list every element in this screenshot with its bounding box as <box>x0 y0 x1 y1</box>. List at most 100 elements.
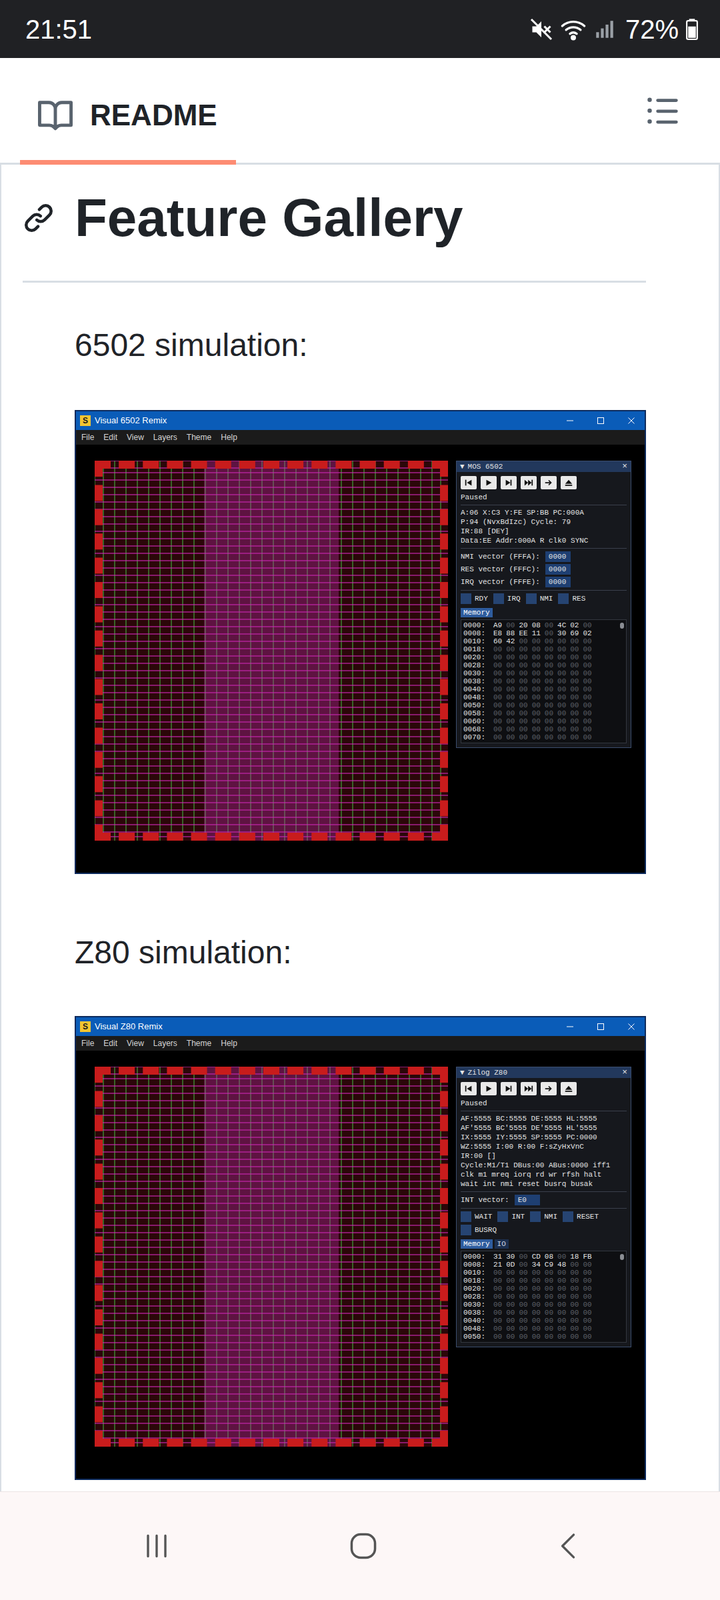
memory-tab[interactable]: Memory <box>460 608 493 618</box>
reset-icon[interactable] <box>464 478 474 488</box>
checkbox-label[interactable]: RES <box>572 594 586 604</box>
maximize-icon[interactable] <box>587 1022 614 1031</box>
arrow-icon[interactable] <box>544 478 554 488</box>
close-button[interactable]: × <box>622 462 628 472</box>
checkbox-label[interactable]: RDY <box>474 594 488 604</box>
checkbox[interactable] <box>497 1211 508 1222</box>
pin-checkbox[interactable]: NMI <box>530 1211 558 1222</box>
memory-tab[interactable]: Memory <box>460 1239 493 1249</box>
menu-item[interactable]: Theme <box>186 1037 212 1050</box>
vector-field[interactable]: 0000 <box>545 576 571 588</box>
checkbox[interactable] <box>562 1211 574 1222</box>
eject-button[interactable] <box>560 1082 577 1096</box>
checkbox-label[interactable]: NMI <box>544 1212 558 1222</box>
menu-item[interactable]: View <box>126 431 144 444</box>
menu-item[interactable]: File <box>81 1037 94 1050</box>
scrollbar[interactable] <box>620 621 624 742</box>
link-icon[interactable] <box>22 202 55 234</box>
checkbox-label[interactable]: IRQ <box>507 594 521 604</box>
recent-apps-icon[interactable] <box>130 1528 184 1564</box>
pin-checkbox[interactable]: IRQ <box>493 593 521 604</box>
reset-button[interactable] <box>460 476 477 490</box>
memory-byte: 00 <box>582 637 592 646</box>
minimize-icon[interactable] <box>556 416 584 425</box>
scrollbar-thumb[interactable] <box>620 622 624 629</box>
pin-checkbox[interactable]: WAIT <box>460 1211 492 1222</box>
play-button[interactable] <box>480 476 497 490</box>
play-button[interactable] <box>480 1082 497 1096</box>
checkbox[interactable] <box>530 1211 541 1222</box>
eject-icon[interactable] <box>564 1084 574 1094</box>
vector-field[interactable]: E0 <box>514 1194 540 1206</box>
arrow-button[interactable] <box>540 1082 557 1096</box>
pin-checkbox[interactable]: RDY <box>460 593 488 604</box>
arrow-icon[interactable] <box>544 1084 554 1094</box>
checkbox-label[interactable]: RESET <box>576 1212 599 1222</box>
play-icon[interactable] <box>484 1084 494 1094</box>
checkbox-label[interactable]: WAIT <box>474 1212 492 1222</box>
collapse-toggle[interactable]: ▼ <box>460 462 465 472</box>
step-button[interactable] <box>500 1082 517 1096</box>
memory-byte: 00 <box>570 645 579 654</box>
pin-checkbox[interactable]: RESET <box>562 1211 599 1222</box>
menu-item[interactable]: Theme <box>186 431 212 444</box>
close-button[interactable]: × <box>622 1068 628 1078</box>
pin-checkbox[interactable]: NMI <box>526 593 554 604</box>
pin-checkbox[interactable]: INT <box>497 1211 525 1222</box>
checkbox-label[interactable]: BUSRQ <box>474 1225 497 1235</box>
checkbox[interactable] <box>460 593 472 604</box>
close-icon[interactable] <box>618 1022 645 1031</box>
eject-button[interactable] <box>560 476 577 490</box>
menu-item[interactable]: Layers <box>153 1037 178 1050</box>
pin-checkbox[interactable]: RES <box>558 593 586 604</box>
chip-layout[interactable] <box>94 1066 448 1447</box>
eject-icon[interactable] <box>564 478 574 488</box>
memory-byte: 00 <box>532 1284 541 1293</box>
step-icon[interactable] <box>504 1084 514 1094</box>
back-icon[interactable] <box>542 1528 596 1564</box>
chip-layout[interactable] <box>94 460 448 841</box>
home-icon[interactable] <box>336 1528 390 1564</box>
checkbox-label[interactable]: INT <box>511 1212 525 1222</box>
fast-forward-icon[interactable] <box>524 478 534 488</box>
memory-tab[interactable]: IO <box>494 1239 509 1249</box>
menu-item[interactable]: Help <box>220 431 238 444</box>
reset-button[interactable] <box>460 1082 477 1096</box>
menu-item[interactable]: Help <box>220 1037 238 1050</box>
play-icon[interactable] <box>484 478 494 488</box>
step-button[interactable] <box>500 476 517 490</box>
checkbox[interactable] <box>460 1224 472 1236</box>
minimize-icon[interactable] <box>556 1022 584 1031</box>
fast-forward-icon[interactable] <box>524 1084 534 1094</box>
memory-byte: 00 <box>518 733 528 742</box>
checkbox[interactable] <box>558 593 569 604</box>
close-icon[interactable] <box>618 416 645 425</box>
vector-field[interactable]: 0000 <box>545 564 571 575</box>
readme-tab[interactable]: README <box>20 98 236 165</box>
checkbox-label[interactable]: NMI <box>540 594 554 604</box>
memory-byte: 00 <box>582 1284 592 1293</box>
pin-checkbox[interactable]: BUSRQ <box>460 1224 497 1236</box>
memory-byte: 00 <box>582 1308 592 1317</box>
menu-item[interactable]: File <box>81 431 94 444</box>
menu-item[interactable]: View <box>126 1037 144 1050</box>
checkbox[interactable] <box>493 593 504 604</box>
collapse-toggle[interactable]: ▼ <box>460 1068 465 1078</box>
checkbox[interactable] <box>460 1211 472 1222</box>
menu-item[interactable]: Edit <box>103 1037 118 1050</box>
menu-item[interactable]: Layers <box>153 431 178 444</box>
checkbox[interactable] <box>526 593 537 604</box>
scrollbar-thumb[interactable] <box>620 1254 624 1260</box>
maximize-icon[interactable] <box>587 416 614 425</box>
vector-field[interactable]: 0000 <box>545 551 571 562</box>
outline-list-icon[interactable] <box>645 93 680 128</box>
scrollbar[interactable] <box>620 1252 624 1341</box>
menu-item[interactable]: Edit <box>103 431 118 444</box>
fast-forward-button[interactable] <box>520 1082 537 1096</box>
step-icon[interactable] <box>504 478 514 488</box>
arrow-button[interactable] <box>540 476 557 490</box>
tab-label[interactable]: README <box>90 98 218 134</box>
reset-icon[interactable] <box>464 1084 474 1094</box>
fast-forward-button[interactable] <box>520 476 537 490</box>
memory-byte: 00 <box>570 653 579 662</box>
